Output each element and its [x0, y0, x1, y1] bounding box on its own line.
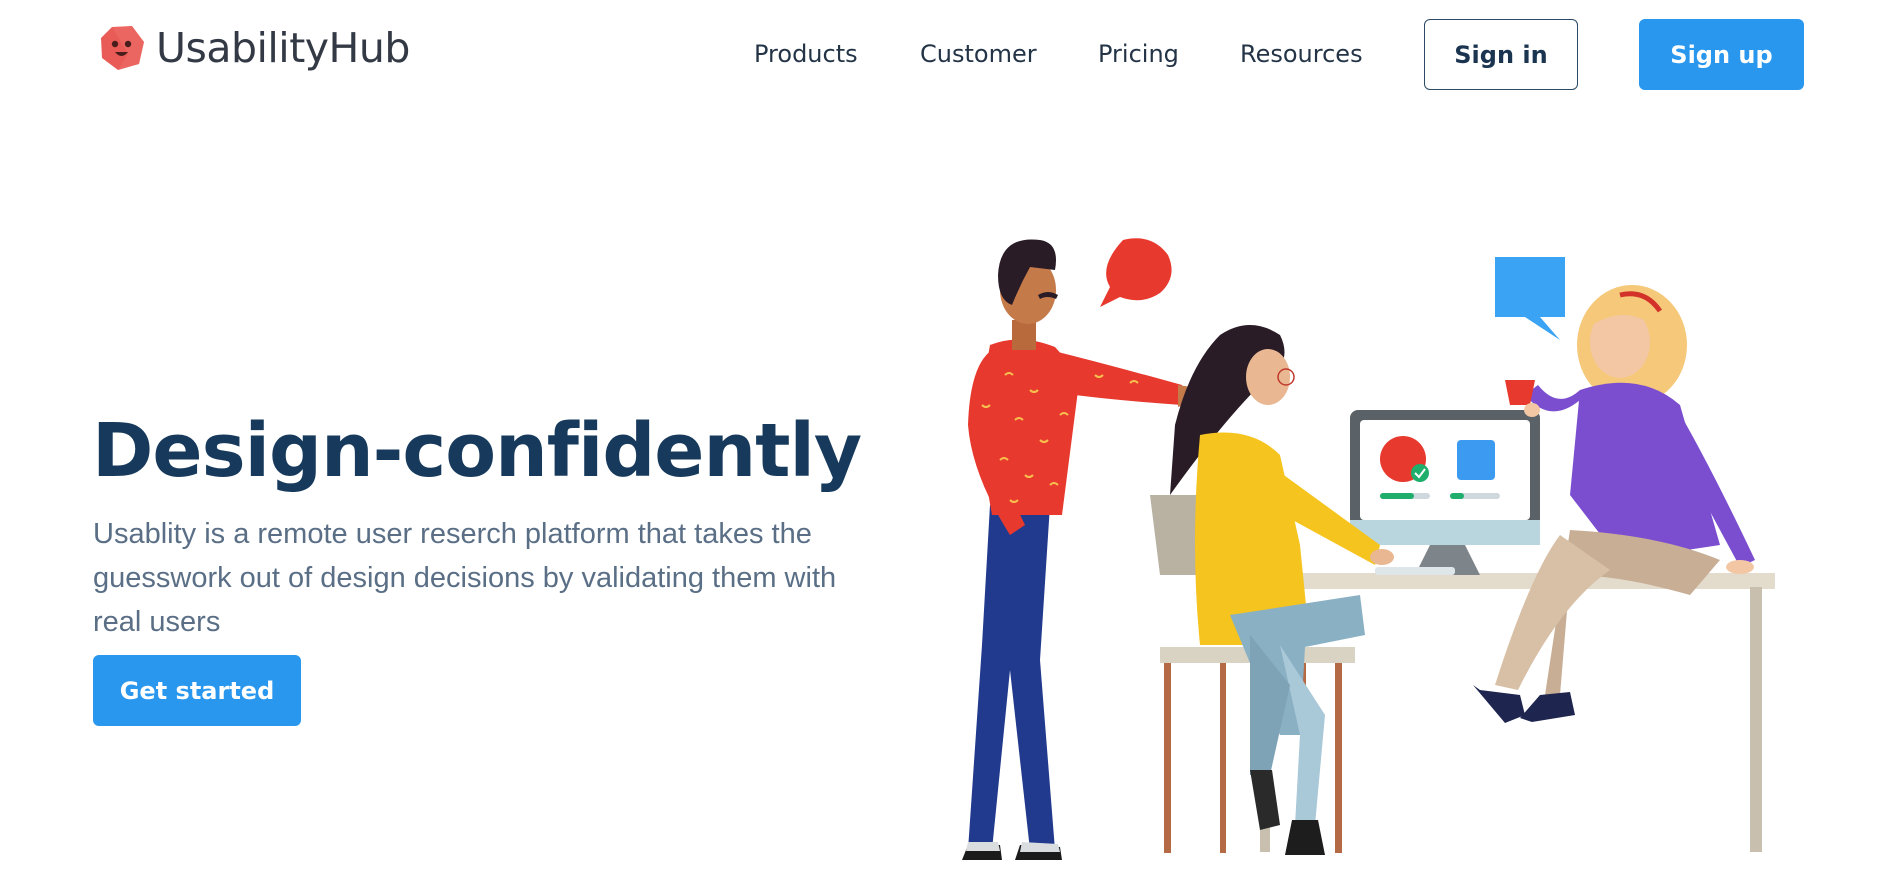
- hero-title: Design-confidently: [92, 408, 862, 494]
- nav-link-pricing[interactable]: Pricing: [1098, 40, 1179, 68]
- nav-link-customer[interactable]: Customer: [920, 40, 1037, 68]
- get-started-button[interactable]: Get started: [93, 655, 301, 726]
- nav-link-products[interactable]: Products: [754, 40, 858, 68]
- team-collaboration-illustration: [962, 238, 1775, 860]
- hero-subtitle: Usablity is a remote user reserch platfo…: [93, 518, 837, 638]
- sign-in-button[interactable]: Sign in: [1424, 19, 1578, 90]
- brand-name: UsabilityHub: [156, 24, 410, 72]
- brand-logo[interactable]: UsabilityHub: [98, 24, 410, 72]
- sitting-woman: [1150, 325, 1394, 855]
- landing-page: UsabilityHub Products Customer Pricing R…: [0, 0, 1898, 891]
- hexagon-face-logo-icon: [98, 24, 146, 72]
- sign-up-button[interactable]: Sign up: [1639, 19, 1804, 90]
- nav-link-resources[interactable]: Resources: [1240, 40, 1363, 68]
